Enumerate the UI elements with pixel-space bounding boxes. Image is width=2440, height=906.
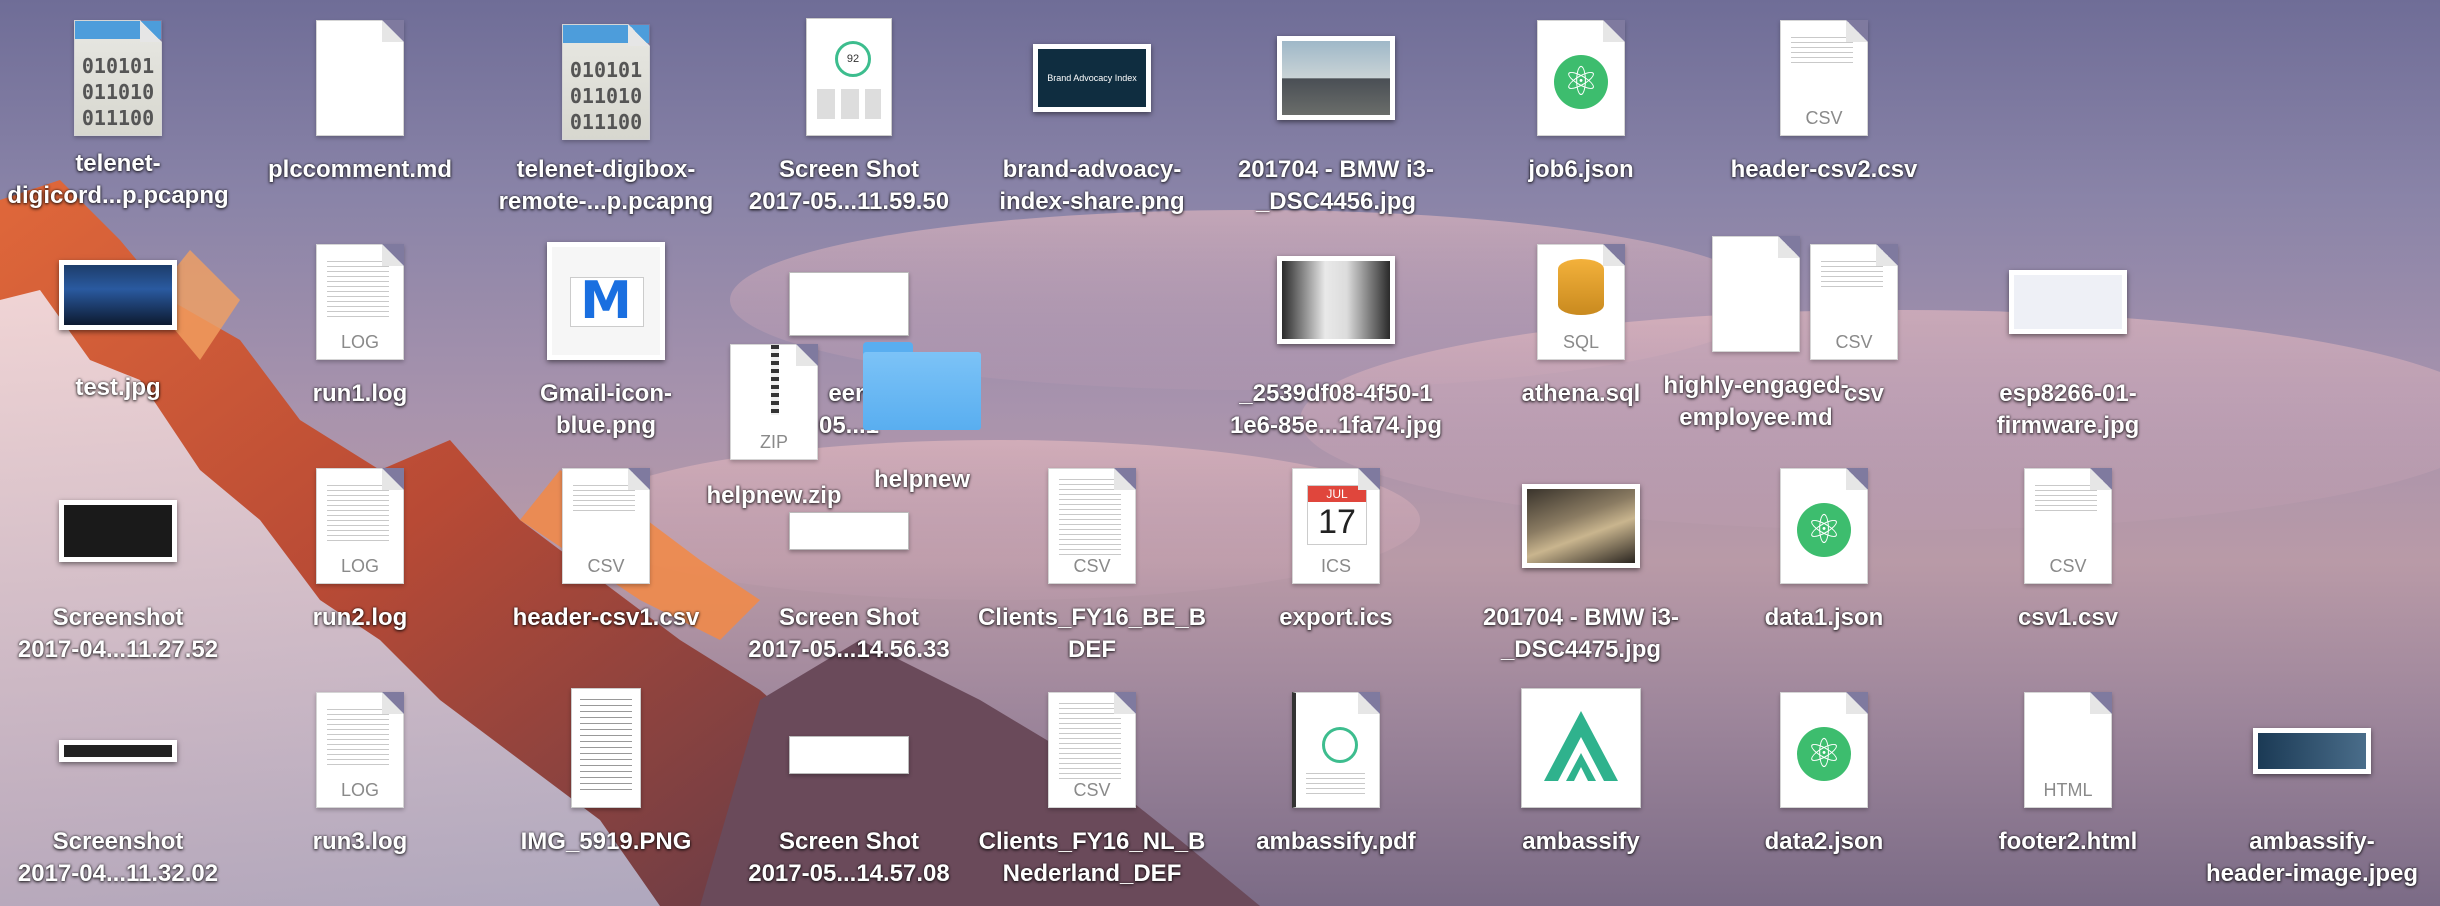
screenshot-thumbnail [729, 504, 969, 550]
icon-label: Nederland_DEF [1002, 860, 1182, 887]
ambassify-app-icon [1461, 688, 1701, 808]
icon-label: 201704 - BMW i3- [1482, 604, 1680, 631]
json-file-icon: ⚛ [1704, 690, 1944, 808]
icon-label: header-csv2.csv [1730, 156, 1918, 183]
photo-thumbnail [1461, 482, 1701, 568]
icon-label: DEF [1068, 636, 1116, 663]
icon-label: Screenshot [52, 604, 184, 631]
icon-label: Clients_FY16_BE_B [977, 604, 1207, 631]
csv-file-icon: CSV [1704, 18, 1944, 136]
icon-label: _DSC4456.jpg [1255, 188, 1417, 215]
calendar-file-icon: JUL 17 ICS [1216, 466, 1456, 584]
icon-label: _DSC4475.jpg [1500, 636, 1662, 663]
icon-label: Screen Shot [778, 828, 920, 855]
icon-label: footer2.html [1998, 828, 2138, 855]
csv-file-icon: CSV [972, 466, 1212, 584]
icon-label: run2.log [312, 604, 408, 631]
image-thumbnail [1948, 268, 2188, 334]
icon-label: brand-advoacy- [1002, 156, 1182, 183]
document-icon [240, 18, 480, 136]
icon-label: remote-...p.pcapng [498, 188, 714, 215]
pdf-file-icon [1216, 690, 1456, 808]
icon-label: IMG_5919.PNG [520, 828, 692, 855]
database-icon [1558, 259, 1604, 315]
envelope-icon: M [580, 271, 632, 331]
atom-icon: ⚛ [1797, 727, 1851, 781]
icon-label: telenet-digibox- [516, 156, 696, 183]
icon-label: ambassify.pdf [1256, 828, 1416, 855]
icon-label: header-csv1.csv [512, 604, 700, 631]
document-icon [1636, 234, 1876, 352]
screenshot-thumbnail [0, 492, 238, 562]
icon-label: Screenshot [52, 828, 184, 855]
desktop: 010101 011010 011100 telenet-digicord...p.… [0, 0, 2440, 906]
atom-icon: ⚛ [1797, 503, 1851, 557]
log-file-icon: LOG [240, 466, 480, 584]
screenshot-thumbnail [729, 270, 969, 336]
json-file-icon: ⚛ [1704, 466, 1944, 584]
icon-label: 2017-05...11.59.50 [748, 188, 950, 215]
icon-label: index-share.png [999, 188, 1185, 215]
icon-label: 2017-04...11.32.02 [17, 860, 219, 887]
icon-label: run3.log [312, 828, 408, 855]
icon-label: employee.md [1679, 404, 1833, 431]
image-thumbnail [2192, 726, 2432, 774]
icon-label: Screen Shot [778, 604, 920, 631]
screenshot-thumbnail: 92 [729, 18, 969, 136]
icon-label: 1e6-85e...1fa74.jpg [1229, 412, 1443, 439]
photo-thumbnail [1216, 254, 1456, 344]
screenshot-thumbnail [729, 728, 969, 774]
ambassify-logo-icon [1544, 711, 1618, 781]
screenshot-thumbnail [0, 736, 238, 762]
icon-label: Screen Shot [778, 156, 920, 183]
icon-label: _2539df08-4f50-1 [1239, 380, 1433, 407]
pcapng-file-icon: 010101 011010 011100 [486, 14, 726, 140]
icon-label: run1.log [312, 380, 408, 407]
icon-label: test.jpg [75, 374, 161, 401]
icon-label: data1.json [1764, 604, 1884, 631]
html-file-icon: HTML [1948, 690, 2188, 808]
csv-file-icon: CSV [972, 690, 1212, 808]
photo-thumbnail [0, 258, 238, 330]
image-thumbnail: Brand Advocacy Index [972, 40, 1212, 112]
photo-thumbnail [1216, 34, 1456, 120]
folder-icon [802, 340, 1042, 430]
calendar-icon: JUL 17 [1307, 485, 1367, 545]
pcapng-file-icon: 010101 011010 011100 [0, 10, 238, 136]
icon-label: job6.json [1528, 156, 1634, 183]
icon-label: 2017-05...14.57.08 [748, 860, 950, 887]
icon-label: csv1.csv [2017, 604, 2119, 631]
log-file-icon: LOG [240, 690, 480, 808]
icon-label: header-image.jpeg [2205, 860, 2419, 887]
csv-file-icon: CSV [1948, 466, 2188, 584]
atom-icon: ⚛ [1554, 55, 1608, 109]
icon-label: plccomment.md [267, 156, 453, 183]
icon-label: digicord...p.pcapng [7, 182, 229, 209]
icon-label: Clients_FY16_NL_B [978, 828, 1206, 855]
icon-label: ambassify- [2249, 828, 2375, 855]
json-file-icon: ⚛ [1461, 18, 1701, 136]
csv-file-icon: CSV [486, 466, 726, 584]
icon-label: 2017-04...11.27.52 [17, 636, 219, 663]
log-file-icon: LOG [240, 242, 480, 360]
icon-label: export.ics [1279, 604, 1393, 631]
icon-label: firmware.jpg [1996, 412, 2140, 439]
icon-label: 201704 - BMW i3- [1237, 156, 1435, 183]
image-thumbnail [486, 688, 726, 808]
icon-label: esp8266-01- [1999, 380, 2137, 407]
icon-label: highly-engaged- [1663, 372, 1849, 399]
icon-label: data2.json [1764, 828, 1884, 855]
icon-label: telenet- [75, 150, 161, 177]
icon-label: ambassify [1522, 828, 1640, 855]
icon-label: 2017-05...14.56.33 [748, 636, 950, 663]
